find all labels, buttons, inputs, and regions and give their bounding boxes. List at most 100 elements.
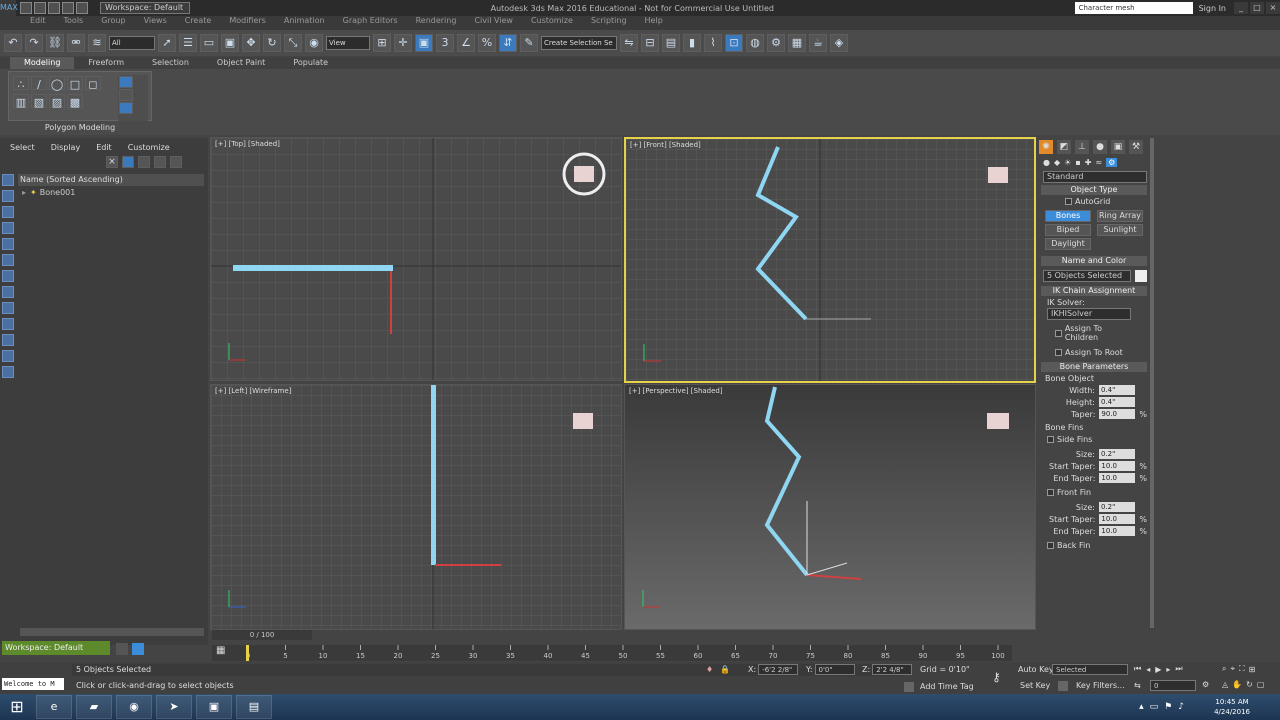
scene-menu-display[interactable]: Display xyxy=(51,143,81,152)
schematic-icon[interactable]: ⊡ xyxy=(725,34,743,52)
rotate-icon[interactable]: ↻ xyxy=(263,34,281,52)
sunlight-button[interactable]: Sunlight xyxy=(1097,224,1143,236)
hierarchy-tab-icon[interactable]: ⊥ xyxy=(1075,140,1089,154)
modify-tab-icon[interactable]: ◩ xyxy=(1057,140,1071,154)
maxscript-listener[interactable]: Welcome to M xyxy=(2,678,64,690)
place-icon[interactable]: ◉ xyxy=(305,34,323,52)
zoom-icon[interactable]: ⌕ xyxy=(1222,664,1226,674)
key-filters-button[interactable]: Key Filters... xyxy=(1076,681,1125,690)
ring-array-button[interactable]: Ring Array xyxy=(1097,210,1143,222)
name-field[interactable]: 5 Objects Selected xyxy=(1043,270,1131,282)
3dsmax-icon[interactable]: ▤ xyxy=(236,695,272,719)
ignore-bf-icon[interactable]: ▨ xyxy=(49,94,65,109)
link-icon[interactable]: ⛓ xyxy=(46,34,64,52)
move-icon[interactable]: ✥ xyxy=(242,34,260,52)
scene-menu-edit[interactable]: Edit xyxy=(96,143,112,152)
end-taper-spinner[interactable]: 10.0 xyxy=(1099,473,1136,483)
edit-named-sel-icon[interactable]: ✎ xyxy=(520,34,538,52)
ribbon-tool-c-icon[interactable] xyxy=(119,102,133,114)
close-button[interactable]: × xyxy=(1266,2,1280,14)
ribbon-group-label[interactable]: Polygon Modeling xyxy=(8,123,152,132)
viewcube-icon[interactable] xyxy=(988,167,1008,183)
key-icon[interactable]: ⚷ xyxy=(992,670,1001,684)
prev-frame-icon[interactable]: ◂ xyxy=(1146,665,1150,674)
render-frame-icon[interactable]: ▦ xyxy=(788,34,806,52)
viewport-left[interactable]: [+] [Left] [Wireframe] xyxy=(210,384,622,630)
keyboard-shortcut-icon[interactable]: ▣ xyxy=(415,34,433,52)
selection-lock-icon[interactable]: 🔒 xyxy=(720,665,730,674)
isolate-icon[interactable]: ♦ xyxy=(706,665,713,674)
groups-icon[interactable] xyxy=(2,286,14,298)
bones-icon[interactable] xyxy=(2,318,14,330)
ribbon-tab-populate[interactable]: Populate xyxy=(279,57,342,69)
minimize-button[interactable]: _ xyxy=(1234,2,1248,14)
render-iterative-icon[interactable]: ◈ xyxy=(830,34,848,52)
start-taper-spinner[interactable]: 10.0 xyxy=(1099,461,1136,471)
ik-solver-dropdown[interactable]: IKHISolver xyxy=(1047,308,1131,320)
camtasia-icon[interactable]: ▣ xyxy=(196,695,232,719)
menu-item-modifiers[interactable]: Modifiers xyxy=(229,16,266,30)
align-icon[interactable]: ⊟ xyxy=(641,34,659,52)
spinner-snap-icon[interactable]: ⇵ xyxy=(499,34,517,52)
viewport-label[interactable]: [+] [Front] [Shaded] xyxy=(630,141,701,149)
open-icon[interactable] xyxy=(34,2,46,14)
close-icon[interactable]: × xyxy=(106,156,118,168)
spacewarps-icon[interactable] xyxy=(2,270,14,282)
end-taper-spinner[interactable]: 10.0 xyxy=(1099,526,1136,536)
ribbon-tool-a-icon[interactable] xyxy=(119,76,133,88)
trackbar[interactable]: 0510152025303540455055606570758085909510… xyxy=(212,645,1012,661)
current-frame-field[interactable]: 0 xyxy=(1150,680,1196,691)
menu-item-group[interactable]: Group xyxy=(101,16,125,30)
menu-item-views[interactable]: Views xyxy=(144,16,167,30)
current-frame-marker[interactable] xyxy=(246,645,249,661)
preview-icon[interactable]: ▧ xyxy=(31,94,47,109)
border-icon[interactable]: ◯ xyxy=(49,76,65,91)
object-type-rollout[interactable]: Object Type xyxy=(1041,185,1147,195)
mirror-icon[interactable]: ⇋ xyxy=(620,34,638,52)
pivot-icon[interactable]: ⊞ xyxy=(373,34,391,52)
back-fin-checkbox[interactable] xyxy=(1047,542,1054,549)
ribbon-tab-modeling[interactable]: Modeling xyxy=(10,57,75,69)
key-mode-icon[interactable] xyxy=(1058,681,1068,691)
named-selection-dropdown[interactable]: Create Selection Se xyxy=(541,36,617,50)
scene-explorer-toggle-icon[interactable] xyxy=(132,643,144,655)
assign-children-checkbox[interactable] xyxy=(1055,329,1062,337)
side-fins-checkbox[interactable] xyxy=(1047,436,1054,443)
time-config-icon[interactable]: ⚙ xyxy=(1202,680,1209,689)
color-swatch[interactable] xyxy=(1135,270,1147,282)
name-color-rollout[interactable]: Name and Color xyxy=(1041,256,1147,266)
geometry-icon[interactable] xyxy=(2,190,14,202)
layer-icon[interactable]: ▤ xyxy=(662,34,680,52)
display-all-icon[interactable] xyxy=(2,174,14,186)
maximize-button[interactable]: □ xyxy=(1250,2,1264,14)
viewport-label[interactable]: [+] [Top] [Shaded] xyxy=(215,140,280,148)
shapes-icon[interactable] xyxy=(2,206,14,218)
menu-item-animation[interactable]: Animation xyxy=(284,16,325,30)
xrefs-icon[interactable] xyxy=(2,302,14,314)
collapse-icon[interactable]: ▩ xyxy=(67,94,83,109)
systems-icon[interactable]: ⚙ xyxy=(1106,158,1118,167)
command-panel-scrollbar[interactable] xyxy=(1150,138,1154,628)
bone-chain[interactable] xyxy=(764,386,809,577)
containers-icon[interactable] xyxy=(2,334,14,346)
bone-params-rollout[interactable]: Bone Parameters xyxy=(1041,362,1147,372)
ref-coord-dropdown[interactable]: View xyxy=(326,36,370,50)
viewport-label[interactable]: [+] [Perspective] [Shaded] xyxy=(629,387,723,395)
viewcube-face[interactable] xyxy=(574,166,594,182)
menu-item-scripting[interactable]: Scripting xyxy=(591,16,627,30)
menu-item-edit[interactable]: Edit xyxy=(30,16,46,30)
viewport-front[interactable]: [+] [Front] [Shaded] xyxy=(624,137,1036,383)
scene-menu-select[interactable]: Select xyxy=(10,143,35,152)
geometry-icon[interactable]: ● xyxy=(1043,158,1050,167)
element-icon[interactable]: ◻ xyxy=(85,76,101,91)
layer-toggle-icon[interactable] xyxy=(116,643,128,655)
bone-chain[interactable] xyxy=(233,265,393,271)
menu-item-tools[interactable]: Tools xyxy=(64,16,84,30)
viewcube-icon[interactable] xyxy=(573,413,593,429)
menu-item-graph-editors[interactable]: Graph Editors xyxy=(343,16,398,30)
viewport-label[interactable]: [+] [Left] [Wireframe] xyxy=(215,387,291,395)
app-logo-icon[interactable]: MAX xyxy=(0,0,18,16)
fov-icon[interactable]: ◬ xyxy=(1222,680,1228,689)
selected-dropdown[interactable]: Selected xyxy=(1052,664,1128,675)
bones-button[interactable]: Bones xyxy=(1045,210,1091,222)
